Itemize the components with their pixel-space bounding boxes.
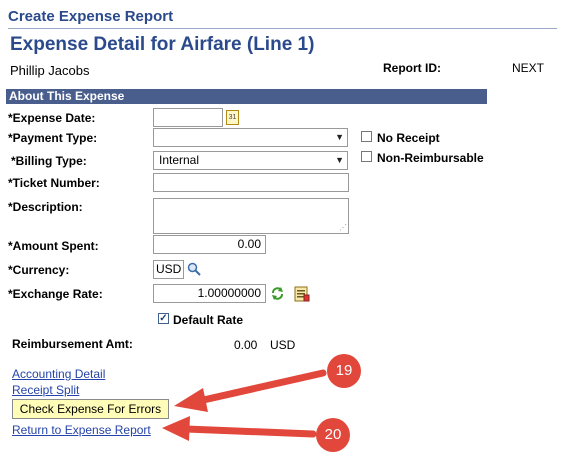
annotation-arrows <box>162 369 327 441</box>
callout-20: 20 <box>316 418 350 452</box>
arrow-icon <box>174 369 327 412</box>
arrow-icon <box>162 416 317 441</box>
callout-19: 19 <box>327 354 361 388</box>
